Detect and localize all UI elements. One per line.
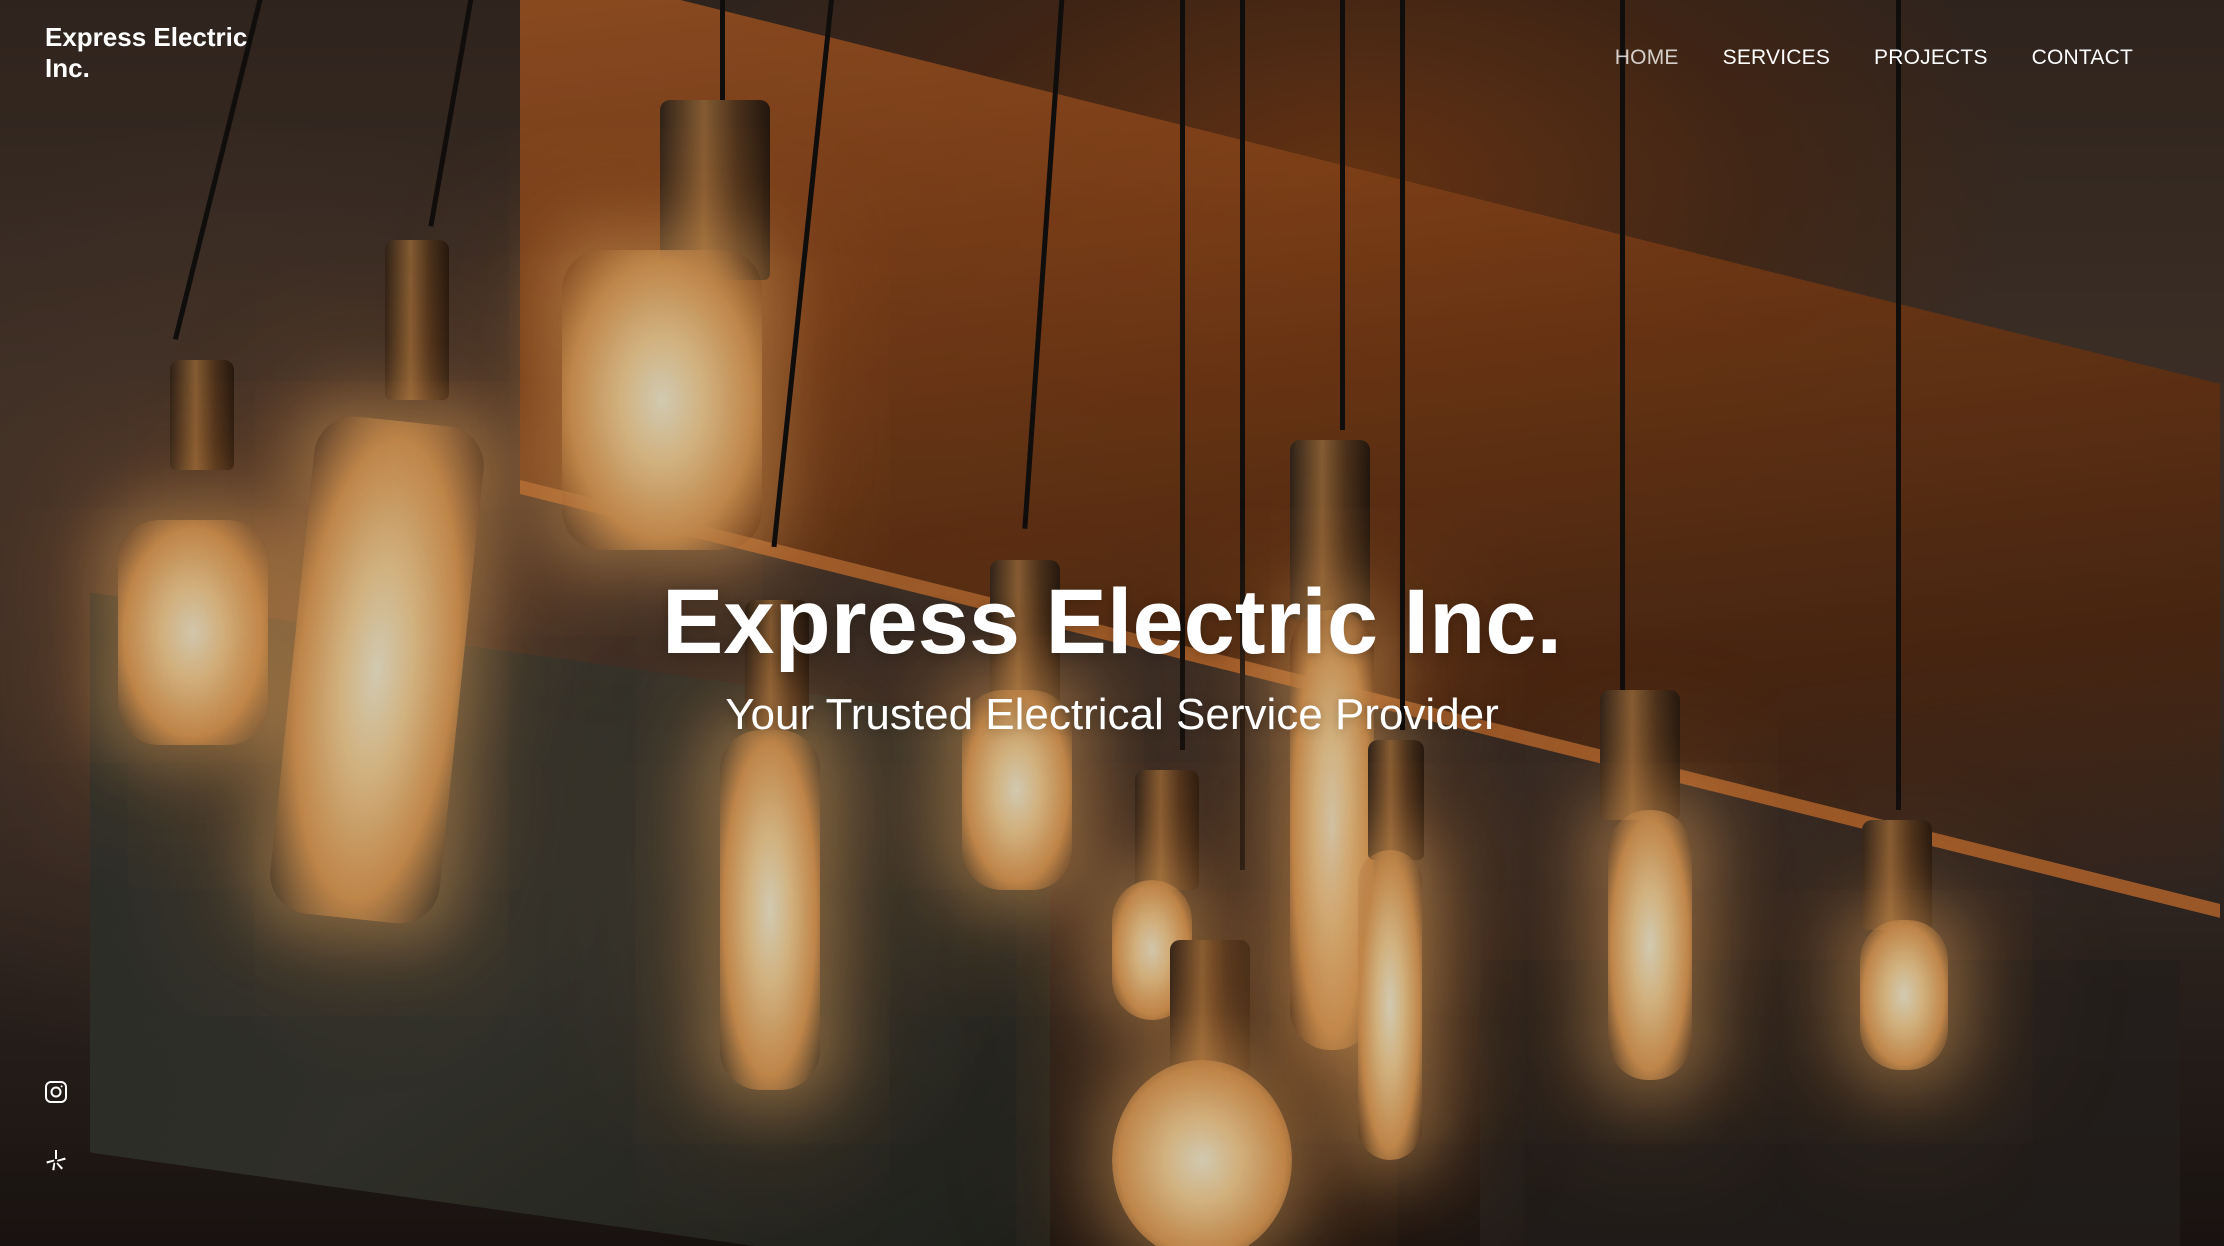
hero-headline: Express Electric Inc. — [661, 571, 1563, 673]
hero-tagline: Your Trusted Electrical Service Provider — [725, 690, 1499, 739]
nav-projects[interactable]: PROJECTS — [1874, 46, 1988, 70]
nav-contact[interactable]: CONTACT — [2032, 46, 2133, 70]
site-title[interactable]: Express Electric Inc. — [45, 22, 285, 84]
main-nav: HOME SERVICES PROJECTS CONTACT — [1615, 46, 2133, 70]
hero-section: Express Electric Inc. HOME SERVICES PROJ… — [0, 0, 2224, 1246]
nav-services[interactable]: SERVICES — [1723, 46, 1830, 70]
yelp-icon[interactable] — [44, 1148, 68, 1172]
instagram-icon[interactable] — [44, 1080, 68, 1104]
nav-home[interactable]: HOME — [1615, 46, 1679, 70]
